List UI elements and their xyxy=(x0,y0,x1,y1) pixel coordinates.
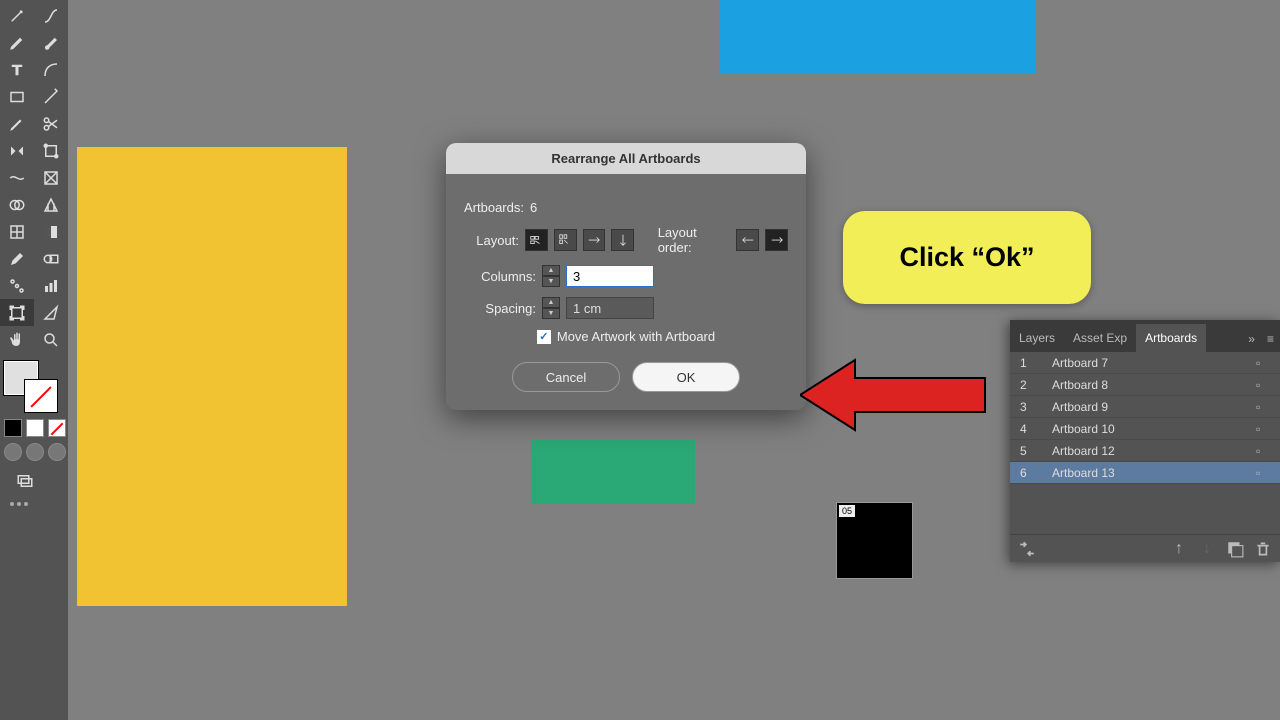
columns-input[interactable] xyxy=(566,265,654,287)
symbol-icon[interactable] xyxy=(0,272,34,299)
artboard-options-icon: ▫ xyxy=(1256,378,1280,392)
screen-mode[interactable] xyxy=(0,443,68,461)
artboard-icon[interactable] xyxy=(0,299,34,326)
puppet-icon[interactable] xyxy=(34,164,68,191)
tab-asset-export[interactable]: Asset Exp xyxy=(1064,324,1136,352)
spacing-input[interactable] xyxy=(566,297,654,319)
artboard-options-icon: ▫ xyxy=(1256,400,1280,414)
order-label: Layout order: xyxy=(658,225,731,255)
draw-mode[interactable] xyxy=(0,419,68,437)
new-artboard-icon[interactable] xyxy=(1226,540,1244,558)
list-item[interactable]: 6Artboard 13▫ xyxy=(1010,462,1280,484)
screen-toggle-icon[interactable] xyxy=(8,467,42,494)
cancel-button[interactable]: Cancel xyxy=(512,362,620,392)
artboard-options-icon: ▫ xyxy=(1256,356,1280,370)
list-item[interactable]: 3Artboard 9▫ xyxy=(1010,396,1280,418)
delete-icon[interactable] xyxy=(1254,540,1272,558)
hand-icon[interactable] xyxy=(0,326,34,353)
columns-stepper[interactable]: ▲▼ xyxy=(542,265,560,287)
graph-icon[interactable] xyxy=(34,272,68,299)
zoom-icon[interactable] xyxy=(34,326,68,353)
tab-artboards[interactable]: Artboards xyxy=(1136,324,1206,352)
artboards-count: 6 xyxy=(530,200,537,215)
order-ltr-icon[interactable] xyxy=(736,229,759,251)
width-icon[interactable] xyxy=(0,164,34,191)
slice-icon[interactable] xyxy=(34,299,68,326)
list-item[interactable]: 2Artboard 8▫ xyxy=(1010,374,1280,396)
panel-collapse-icon[interactable]: » xyxy=(1242,326,1261,352)
artboard-black[interactable]: 05 xyxy=(836,502,913,579)
toolbar xyxy=(0,0,68,720)
artboard-list: 1Artboard 7▫ 2Artboard 8▫ 3Artboard 9▫ 4… xyxy=(1010,352,1280,484)
free-transform-icon[interactable] xyxy=(34,137,68,164)
move-down-icon[interactable]: ↓ xyxy=(1198,540,1216,558)
annotation-arrow-icon xyxy=(800,350,990,440)
pen-icon[interactable] xyxy=(0,29,34,56)
columns-label: Columns: xyxy=(464,269,536,284)
artboard-options-icon: ▫ xyxy=(1256,422,1280,436)
artboards-panel: Layers Asset Exp Artboards » ≡ 1Artboard… xyxy=(1010,320,1280,562)
wand-icon[interactable] xyxy=(0,2,34,29)
list-item[interactable]: 4Artboard 10▫ xyxy=(1010,418,1280,440)
artboards-label: Artboards: xyxy=(464,200,524,215)
reflect-icon[interactable] xyxy=(0,137,34,164)
layout-row-icon[interactable] xyxy=(583,229,606,251)
move-artwork-checkbox[interactable] xyxy=(537,330,551,344)
fill-stroke-swatches[interactable] xyxy=(0,361,68,417)
paintbrush-icon[interactable] xyxy=(34,83,68,110)
shape-builder-icon[interactable] xyxy=(0,191,34,218)
layout-col-icon[interactable] xyxy=(611,229,634,251)
move-up-icon[interactable]: ↑ xyxy=(1170,540,1188,558)
tab-layers[interactable]: Layers xyxy=(1010,324,1064,352)
spacing-label: Spacing: xyxy=(464,301,536,316)
layout-label: Layout: xyxy=(464,233,519,248)
blend-icon[interactable] xyxy=(34,245,68,272)
callout-bubble: Click “Ok” xyxy=(843,211,1091,304)
list-item[interactable]: 5Artboard 12▫ xyxy=(1010,440,1280,462)
pencil-icon[interactable] xyxy=(0,110,34,137)
artboard-number-label: 05 xyxy=(839,505,855,517)
dialog-title: Rearrange All Artboards xyxy=(446,143,806,174)
artboard-options-icon: ▫ xyxy=(1256,444,1280,458)
spacing-stepper[interactable]: ▲▼ xyxy=(542,297,560,319)
rearrange-dialog: Rearrange All Artboards Artboards: 6 Lay… xyxy=(446,143,806,410)
artboard-yellow[interactable] xyxy=(77,147,347,606)
more-tools-icon[interactable] xyxy=(10,502,68,506)
artboard-blue[interactable] xyxy=(719,0,1036,73)
gradient-icon[interactable] xyxy=(34,218,68,245)
brush-icon[interactable] xyxy=(34,29,68,56)
type-icon[interactable] xyxy=(0,56,34,83)
perspective-icon[interactable] xyxy=(34,191,68,218)
callout-text: Click “Ok” xyxy=(899,242,1034,273)
rectangle-icon[interactable] xyxy=(0,83,34,110)
mesh-icon[interactable] xyxy=(0,218,34,245)
layout-grid-row-icon[interactable] xyxy=(525,229,548,251)
arc-icon[interactable] xyxy=(34,56,68,83)
panel-menu-icon[interactable]: ≡ xyxy=(1261,326,1280,352)
scissors-icon[interactable] xyxy=(34,110,68,137)
list-item[interactable]: 1Artboard 7▫ xyxy=(1010,352,1280,374)
artboard-green[interactable] xyxy=(531,440,695,504)
ok-button[interactable]: OK xyxy=(632,362,740,392)
rearrange-icon[interactable] xyxy=(1018,540,1036,558)
move-artwork-label: Move Artwork with Artboard xyxy=(557,329,715,344)
curvature-icon[interactable] xyxy=(34,2,68,29)
order-rtl-icon[interactable] xyxy=(765,229,788,251)
eyedropper-icon[interactable] xyxy=(0,245,34,272)
artboard-options-icon: ▫ xyxy=(1256,466,1280,480)
layout-grid-col-icon[interactable] xyxy=(554,229,577,251)
